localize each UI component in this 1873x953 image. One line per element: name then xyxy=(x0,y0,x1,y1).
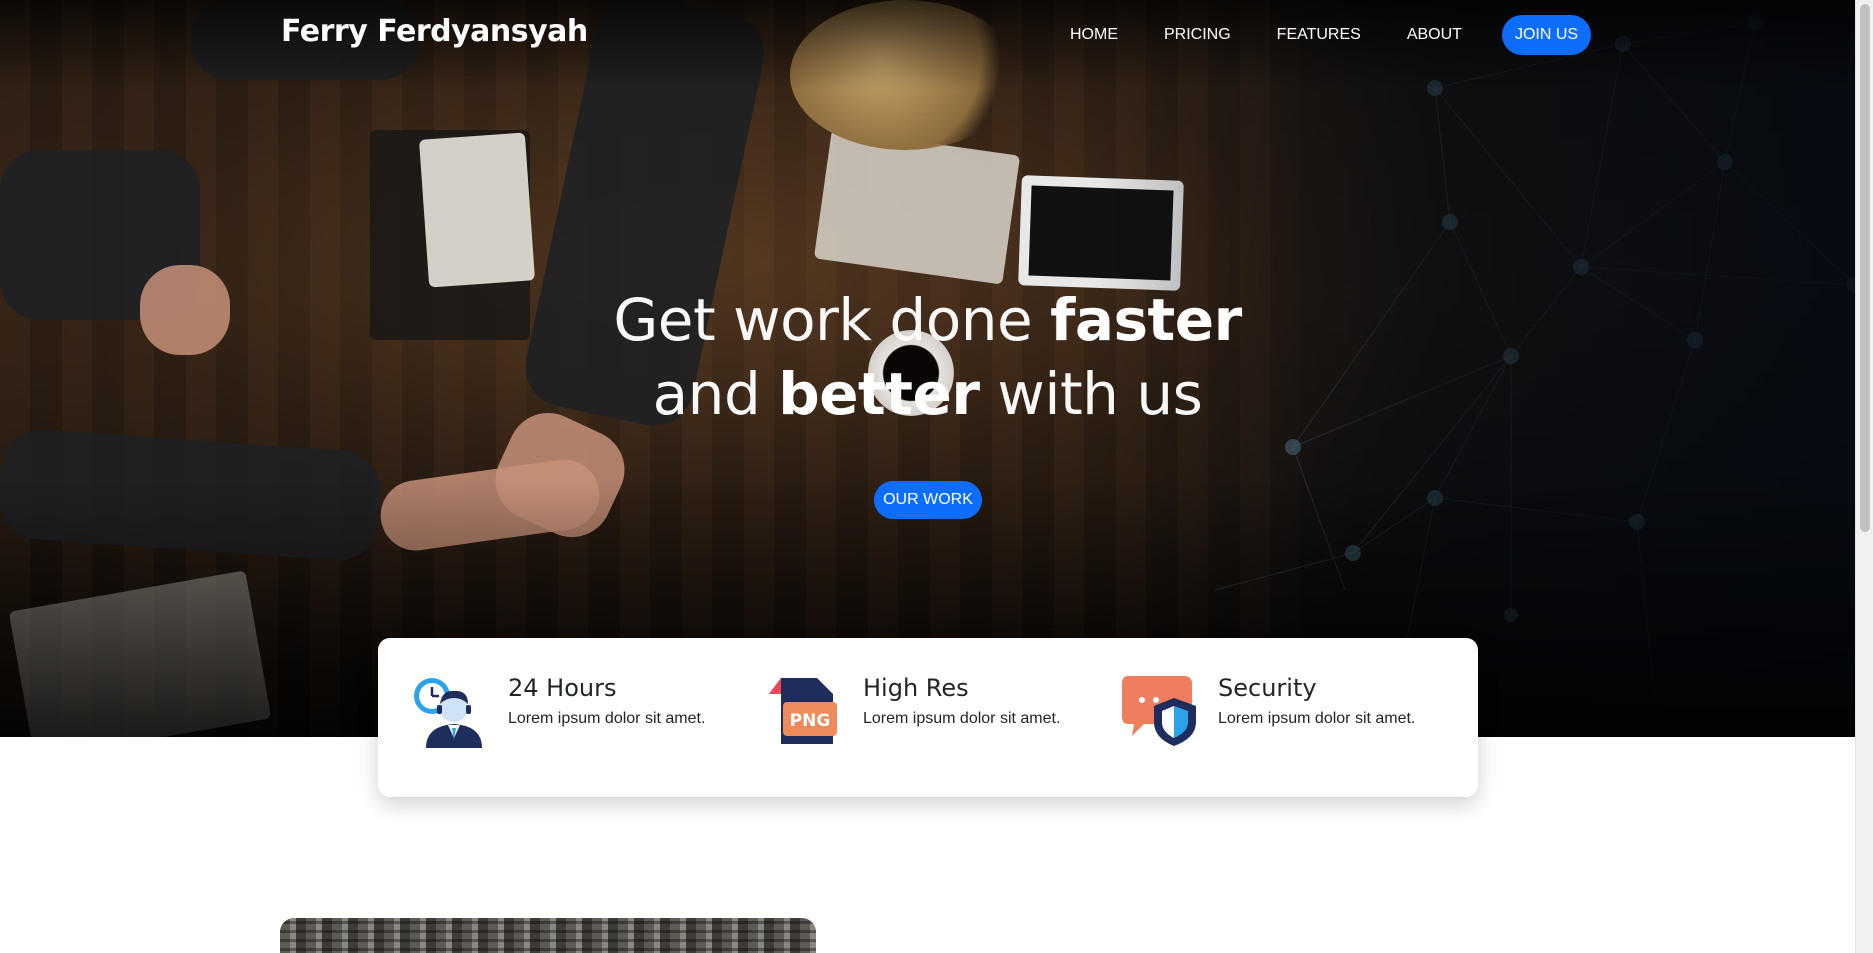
main-navigation: HOME PRICING FEATURES ABOUT JOIN US xyxy=(1070,15,1592,55)
feature-title: High Res xyxy=(863,674,969,702)
hero-photo-notebook xyxy=(813,129,1021,285)
nav-pricing-link[interactable]: PRICING xyxy=(1164,15,1231,55)
clock-support-agent-icon xyxy=(414,678,482,748)
feature-security: Security Lorem ipsum dolor sit amet. xyxy=(1122,672,1415,748)
scrollbar-thumb[interactable] xyxy=(1860,4,1870,532)
feature-text-block: High Res Lorem ipsum dolor sit amet. xyxy=(863,672,1060,748)
features-card: 24 Hours Lorem ipsum dolor sit amet. PNG… xyxy=(378,638,1478,797)
hero-headline-text: and xyxy=(652,360,779,428)
feature-24-hours: 24 Hours Lorem ipsum dolor sit amet. xyxy=(412,672,705,748)
feature-title: 24 Hours xyxy=(508,674,617,702)
hero-headline-text: with us xyxy=(979,360,1203,428)
feature-title: Security xyxy=(1218,674,1317,702)
chat-shield-icon xyxy=(1122,676,1196,746)
hero-photo-paper xyxy=(418,132,536,288)
feature-description: Lorem ipsum dolor sit amet. xyxy=(508,710,706,727)
nav-home-link[interactable]: HOME xyxy=(1070,15,1118,55)
feature-text-block: Security Lorem ipsum dolor sit amet. xyxy=(1218,672,1415,748)
brand-logo[interactable]: Ferry Ferdyansyah xyxy=(281,14,588,49)
section-preview-image xyxy=(280,918,816,953)
feature-description: Lorem ipsum dolor sit amet. xyxy=(863,710,1061,727)
hero-headline: Get work done faster and better with us xyxy=(0,283,1855,431)
png-file-icon: PNG xyxy=(769,678,837,744)
landing-page: Ferry Ferdyansyah HOME PRICING FEATURES … xyxy=(0,0,1873,953)
png-badge-text: PNG xyxy=(790,711,831,731)
feature-text-block: 24 Hours Lorem ipsum dolor sit amet. xyxy=(508,672,705,748)
join-us-button[interactable]: JOIN US xyxy=(1501,15,1592,55)
hero-headline-text: Get work done xyxy=(613,286,1051,354)
hero-headline-emphasis: faster xyxy=(1050,286,1242,354)
vertical-scrollbar[interactable] xyxy=(1855,0,1873,953)
nav-features-link[interactable]: FEATURES xyxy=(1277,15,1361,55)
nav-about-link[interactable]: ABOUT xyxy=(1407,15,1462,55)
our-work-button[interactable]: OUR WORK xyxy=(874,481,982,519)
hero-headline-emphasis: better xyxy=(778,360,980,428)
feature-high-res: PNG High Res Lorem ipsum dolor sit amet. xyxy=(767,672,1060,748)
feature-description: Lorem ipsum dolor sit amet. xyxy=(1218,710,1416,727)
